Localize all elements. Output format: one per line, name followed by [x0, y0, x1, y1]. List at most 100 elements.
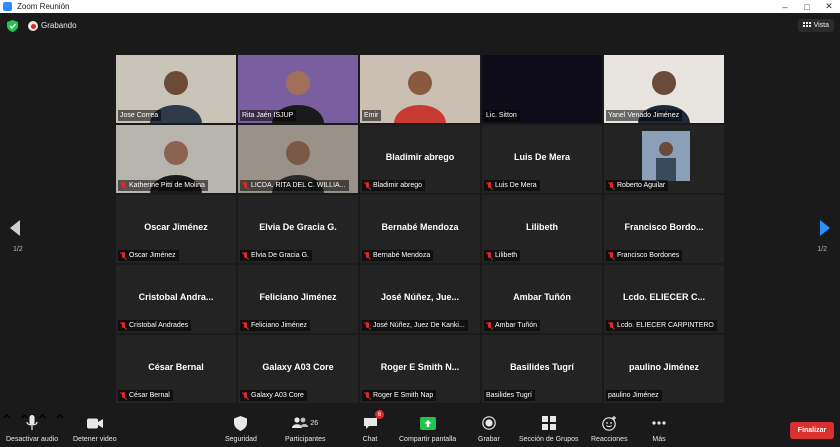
- participant-tile[interactable]: José Núñez, Jue... José Núñez, Juez De Ka…: [360, 265, 480, 333]
- chat-label: Chat: [362, 436, 378, 443]
- participant-tile[interactable]: Rita Jaén ISJUP: [238, 55, 358, 123]
- page-indicator-right: 1/2: [817, 246, 827, 253]
- participant-tile[interactable]: Galaxy A03 Core Galaxy A03 Core: [238, 335, 358, 403]
- maximize-button[interactable]: □: [796, 0, 818, 13]
- participant-tile[interactable]: Feliciano Jiménez Feliciano Jiménez: [238, 265, 358, 333]
- participant-name: Lilibeth: [495, 252, 518, 259]
- zoom-app-icon: [3, 2, 12, 11]
- participant-name-label: Feliciano Jiménez: [240, 320, 311, 331]
- participant-name: Bladimir abrego: [373, 182, 423, 189]
- previous-page-arrow-icon[interactable]: [10, 220, 20, 236]
- muted-microphone-icon: [486, 321, 493, 330]
- shield-icon: [232, 414, 250, 432]
- muted-microphone-icon: [364, 251, 371, 260]
- muted-microphone-icon: [120, 391, 127, 400]
- record-label: Grabar: [478, 436, 500, 443]
- participant-display-name: César Bernal: [148, 362, 204, 372]
- window-titlebar: Zoom Reunión – □ ✕: [0, 0, 840, 13]
- share-screen-button[interactable]: Compartir pantalla: [399, 414, 456, 443]
- participant-tile[interactable]: Bladimir abrego Bladimir abrego: [360, 125, 480, 193]
- participant-tile[interactable]: Francisco Bordo... Francisco Bordones: [604, 195, 724, 263]
- muted-microphone-icon: [486, 251, 493, 260]
- participant-name: Elvia De Gracia G.: [251, 252, 309, 259]
- next-page-arrow-icon[interactable]: [820, 220, 830, 236]
- participant-tile[interactable]: Yanel Venado Jiménez: [604, 55, 724, 123]
- participant-tile[interactable]: LICDA. RITA DEL C. WILLIA...: [238, 125, 358, 193]
- participant-tile[interactable]: Ambar Tuñón Ambar Tuñón: [482, 265, 602, 333]
- participant-name: Jose Correa: [120, 112, 159, 119]
- participant-name: LICDA. RITA DEL C. WILLIA...: [251, 182, 346, 189]
- participant-name-label: Elvia De Gracia G.: [240, 250, 312, 261]
- participant-tile[interactable]: Emir: [360, 55, 480, 123]
- participant-display-name: Luis De Mera: [513, 152, 571, 162]
- participant-name-label: César Bernal: [118, 390, 173, 401]
- encryption-shield-icon[interactable]: [7, 20, 18, 32]
- participant-name: Bernabé Mendoza: [373, 252, 431, 259]
- participant-name-label: Lic. Sitton: [484, 110, 520, 121]
- more-dots-icon: [650, 414, 668, 432]
- end-meeting-button[interactable]: Finalizar: [790, 422, 834, 439]
- participant-name: Galaxy A03 Core: [251, 392, 304, 399]
- participant-tile[interactable]: Roger E Smith N... Roger E Smith Nap: [360, 335, 480, 403]
- view-button[interactable]: Vista: [797, 19, 834, 32]
- participant-name: paulino Jiménez: [608, 392, 659, 399]
- minimize-button[interactable]: –: [774, 0, 796, 13]
- participant-tile[interactable]: Cristobal Andra... Cristobal Andrades: [116, 265, 236, 333]
- reaction-smiley-icon: [600, 414, 618, 432]
- participant-tile[interactable]: Katherine Pitti de Molina: [116, 125, 236, 193]
- muted-microphone-icon: [242, 251, 249, 260]
- participant-tile[interactable]: César Bernal César Bernal: [116, 335, 236, 403]
- participant-name-label: Roger E Smith Nap: [362, 390, 437, 401]
- participant-name: Francisco Bordones: [617, 252, 680, 259]
- mute-audio-button[interactable]: Desactivar audio: [6, 414, 58, 443]
- participant-tile[interactable]: Roberto Aguilar: [604, 125, 724, 193]
- more-button[interactable]: Más: [650, 414, 668, 443]
- security-button[interactable]: Seguridad: [225, 414, 257, 443]
- participant-display-name: Bladimir abrego: [385, 152, 455, 162]
- participants-label: Participantes: [285, 436, 326, 443]
- muted-microphone-icon: [364, 321, 371, 330]
- breakout-rooms-label: Sección de Grupos: [519, 436, 579, 443]
- participant-name-label: Luis De Mera: [484, 180, 540, 191]
- breakout-rooms-button[interactable]: Sección de Grupos: [519, 414, 579, 443]
- share-screen-label: Compartir pantalla: [399, 436, 457, 443]
- participant-tile[interactable]: Elvia De Gracia G. Elvia De Gracia G.: [238, 195, 358, 263]
- participant-tile[interactable]: Lilibeth Lilibeth: [482, 195, 602, 263]
- meeting-topbar: Grabando Vista: [0, 13, 840, 39]
- participant-tile[interactable]: Lcdo. ELIECER C... Lcdo. ELIECER CARPINTE…: [604, 265, 724, 333]
- participant-tile[interactable]: Jose Correa: [116, 55, 236, 123]
- participant-name-label: Bernabé Mendoza: [362, 250, 434, 261]
- participant-tile[interactable]: Basilides Tugrí Basilides Tugrí: [482, 335, 602, 403]
- close-button[interactable]: ✕: [818, 0, 840, 13]
- participants-icon: 26: [288, 414, 322, 432]
- mute-audio-label: Desactivar audio: [6, 436, 59, 443]
- participant-name-label: Jose Correa: [118, 110, 162, 121]
- breakout-rooms-icon: [540, 414, 558, 432]
- muted-microphone-icon: [120, 251, 127, 260]
- participant-name-label: Cristobal Andrades: [118, 320, 192, 331]
- chat-button[interactable]: 6 Chat: [361, 410, 384, 443]
- participant-tile[interactable]: paulino Jiménez paulino Jiménez: [604, 335, 724, 403]
- participant-name: Lcdo. ELIECER CARPINTERO: [617, 322, 714, 329]
- participant-display-name: Roger E Smith N...: [380, 362, 460, 372]
- participant-tile[interactable]: Oscar Jiménez Oscar Jiménez: [116, 195, 236, 263]
- grid-view-icon: [802, 22, 811, 27]
- participant-tile[interactable]: Lic. Sitton: [482, 55, 602, 123]
- stop-video-button[interactable]: Detener video: [73, 414, 117, 443]
- muted-microphone-icon: [120, 321, 127, 330]
- participant-name-label: José Núñez, Juez De Kanki...: [362, 320, 468, 331]
- participant-name: Ambar Tuñón: [495, 322, 538, 329]
- muted-microphone-icon: [364, 181, 371, 190]
- participant-display-name: Lcdo. ELIECER C...: [622, 292, 705, 302]
- stop-video-label: Detener video: [73, 436, 117, 443]
- record-button[interactable]: Grabar: [478, 414, 500, 443]
- participant-tile[interactable]: Bernabé Mendoza Bernabé Mendoza: [360, 195, 480, 263]
- participant-name-label: Rita Jaén ISJUP: [240, 110, 297, 121]
- participant-tile[interactable]: Luis De Mera Luis De Mera: [482, 125, 602, 193]
- reactions-button[interactable]: Reacciones: [591, 414, 628, 443]
- participant-name-label: Lcdo. ELIECER CARPINTERO: [606, 320, 717, 331]
- participant-name-label: Galaxy A03 Core: [240, 390, 307, 401]
- participant-name-label: Francisco Bordones: [606, 250, 683, 261]
- participants-button[interactable]: 26 Participantes: [285, 414, 325, 443]
- participant-name-label: Katherine Pitti de Molina: [118, 180, 208, 191]
